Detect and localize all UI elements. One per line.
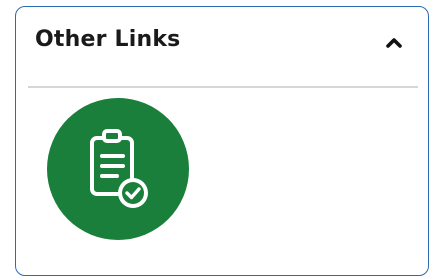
clipboard-check-icon — [90, 129, 148, 208]
panel-title: Other Links — [35, 27, 181, 52]
clipboard-link-tile[interactable] — [47, 98, 189, 240]
chevron-up-icon — [386, 38, 402, 48]
other-links-panel: Other Links — [15, 6, 429, 276]
panel-header: Other Links — [16, 7, 428, 77]
divider — [28, 86, 418, 88]
collapse-toggle-button[interactable] — [380, 29, 408, 57]
